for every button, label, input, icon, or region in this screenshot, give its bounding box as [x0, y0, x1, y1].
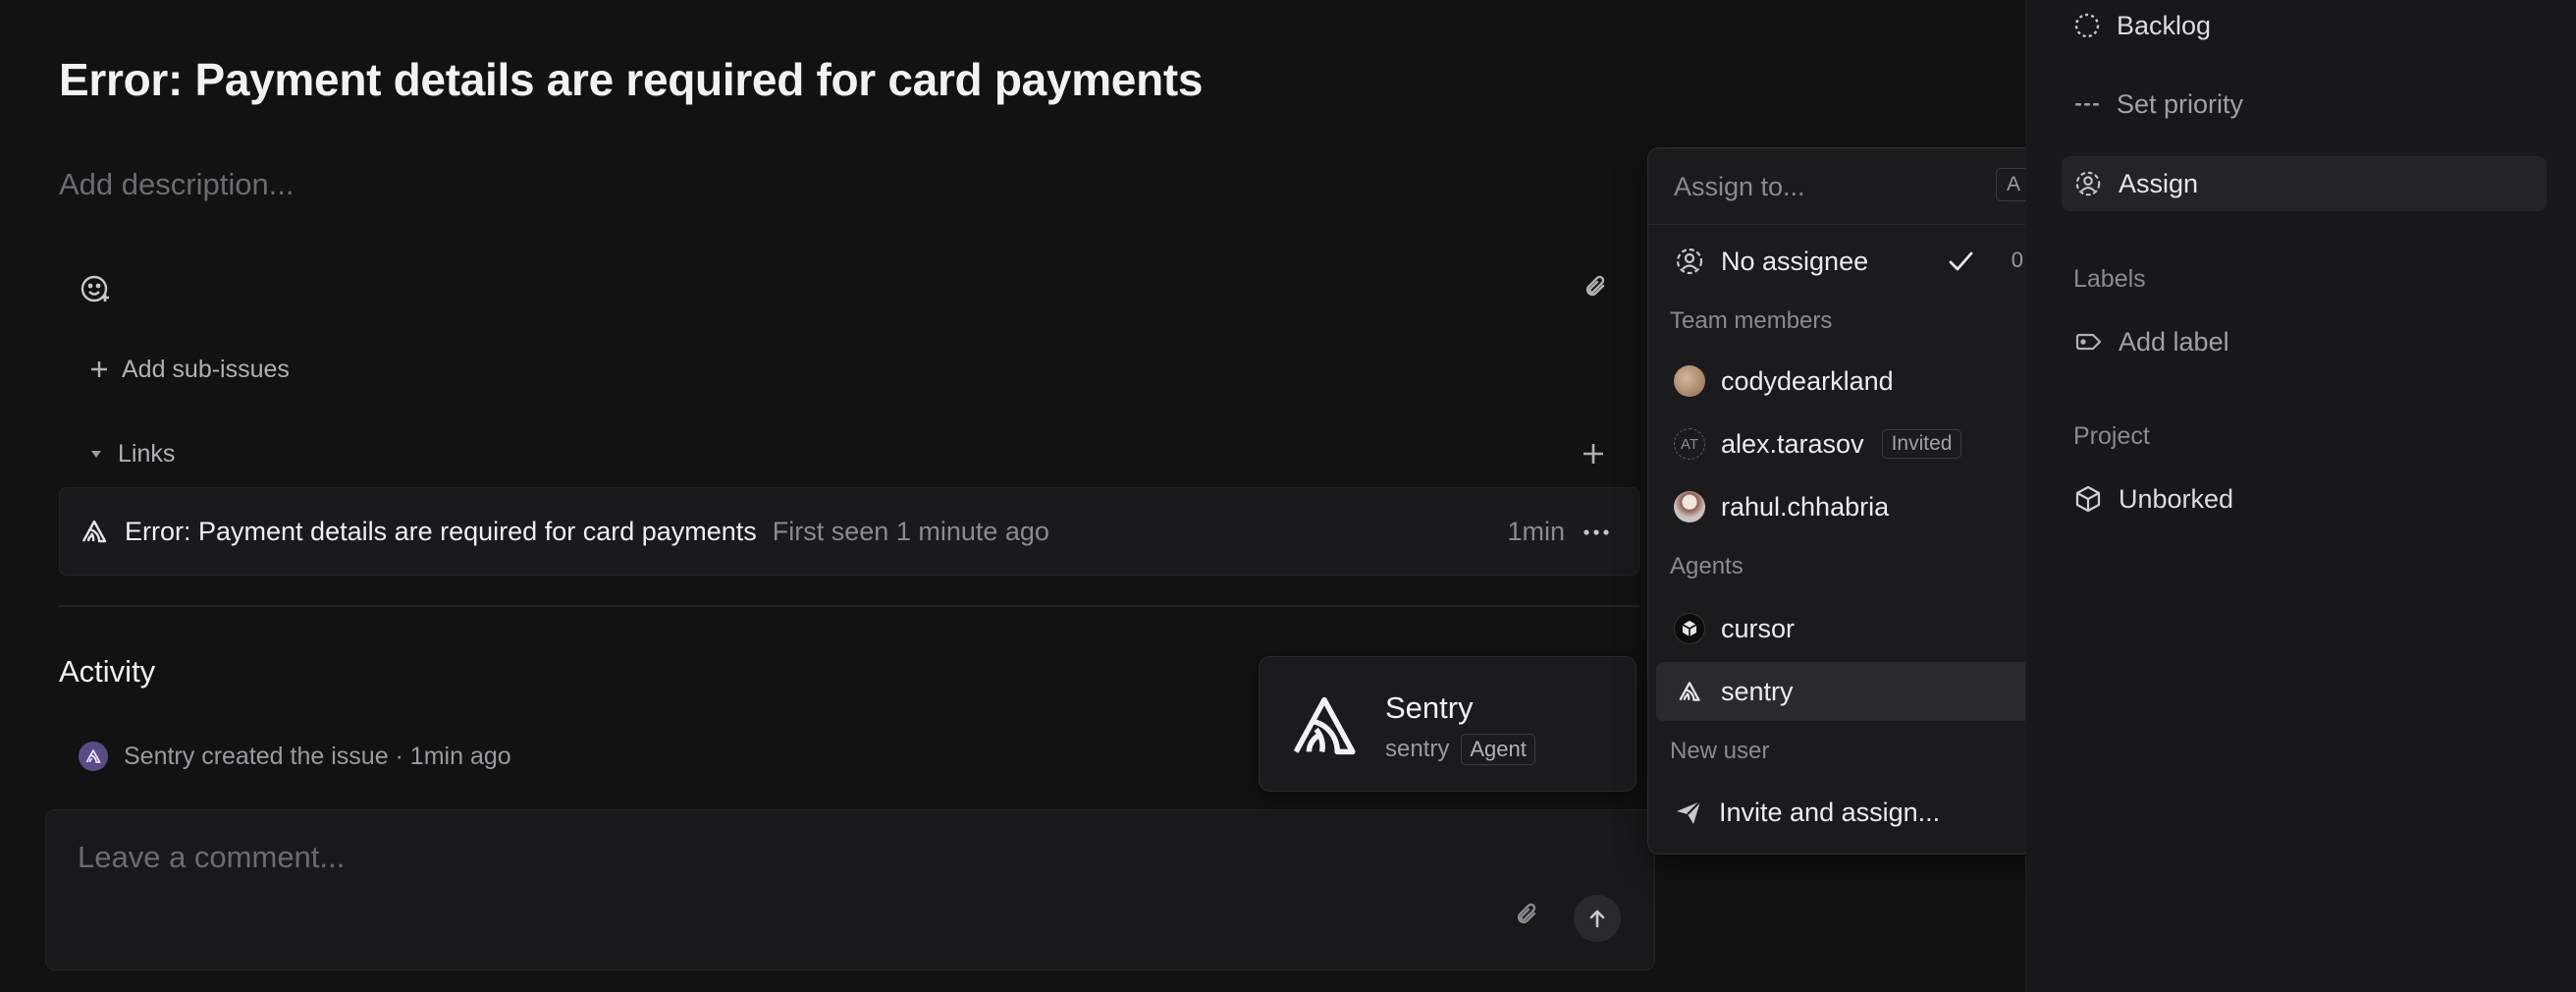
add-label-button[interactable]: Add label: [2062, 314, 2547, 369]
comment-composer[interactable]: Leave a comment...: [45, 809, 1655, 970]
invited-badge: Invited: [1881, 429, 1962, 459]
attachment-icon[interactable]: [1511, 899, 1544, 932]
activity-entry: Sentry created the issue · 1min ago: [79, 739, 511, 774]
assignee-name: cursor: [1721, 613, 1796, 643]
invite-and-assign-option[interactable]: Invite and assign...: [1656, 783, 2045, 842]
sentry-icon: [1674, 676, 1705, 707]
assignee-count: 0: [2011, 248, 2023, 272]
plus-icon: [88, 358, 110, 380]
hovercard-name: Sentry: [1385, 690, 1474, 725]
assignee-name: rahul.chhabria: [1721, 491, 1890, 522]
activity-heading: Activity: [59, 654, 156, 689]
caret-down-icon: [88, 446, 104, 462]
assignee-option-sentry[interactable]: sentry: [1656, 662, 2045, 721]
no-priority-icon: [2073, 90, 2101, 118]
assign-label: Assign: [2119, 168, 2199, 198]
link-time: 1min: [1507, 516, 1565, 546]
hovercard-subtitle: sentry Agent: [1385, 734, 1535, 765]
assignee-name: alex.tarasov: [1721, 428, 1864, 459]
avatar: [1674, 365, 1705, 397]
project-cube-icon: [2073, 484, 2103, 514]
sentry-avatar: [79, 742, 108, 771]
add-subissues-button[interactable]: Add sub-issues: [88, 352, 290, 387]
checkmark-icon: [1945, 246, 1976, 277]
assignee-option-rahul-chhabria[interactable]: rahul.chhabria: [1656, 477, 2045, 536]
hovercard-handle: sentry: [1385, 736, 1450, 762]
add-label-text: Add label: [2119, 326, 2229, 357]
team-members-heading: Team members: [1670, 307, 1833, 334]
no-assignee-option[interactable]: No assignee 0: [1656, 232, 2045, 291]
description-field[interactable]: Add description...: [59, 167, 295, 202]
sentry-icon: [80, 517, 109, 546]
assignee-option-codydearkland[interactable]: codydearkland: [1656, 352, 2045, 411]
no-assignee-label: No assignee: [1721, 246, 1869, 276]
project-heading: Project: [2073, 422, 2150, 450]
assign-icon: [2073, 169, 2103, 198]
more-options-icon[interactable]: [1582, 518, 1611, 547]
paper-plane-icon: [1674, 798, 1703, 827]
link-title: Error: Payment details are required for …: [125, 516, 757, 546]
section-divider: [59, 605, 1639, 607]
issue-title[interactable]: Error: Payment details are required for …: [59, 53, 1203, 106]
label-tag-icon: [2073, 327, 2103, 357]
agents-heading: Agents: [1670, 553, 1744, 579]
assignee-name: sentry: [1721, 676, 1794, 706]
project-name: Unborked: [2119, 483, 2234, 514]
attachment-icon[interactable]: [1579, 270, 1614, 305]
no-assignee-icon: [1674, 246, 1705, 277]
link-subtitle: First seen 1 minute ago: [772, 516, 1049, 546]
status-label: Backlog: [2117, 10, 2212, 40]
links-section-toggle[interactable]: Links: [88, 436, 175, 471]
assignee-option-cursor[interactable]: cursor: [1656, 599, 2045, 658]
send-comment-button[interactable]: [1574, 895, 1621, 942]
avatar: [1674, 491, 1705, 523]
backlog-status-icon: [2073, 12, 2101, 39]
add-link-icon[interactable]: [1576, 436, 1611, 471]
assignee-property[interactable]: Assign: [2062, 156, 2547, 211]
assign-dropdown: A No assignee 0 Team members codydearkla…: [1647, 147, 2054, 854]
sentry-logo-icon: [1287, 689, 1362, 763]
links-label: Links: [118, 439, 176, 468]
emoji-reaction-icon[interactable]: [77, 270, 114, 307]
project-property[interactable]: Unborked: [2062, 471, 2547, 526]
add-subissues-label: Add sub-issues: [122, 355, 290, 383]
status-property[interactable]: Backlog: [2062, 0, 2547, 53]
assignee-name: codydearkland: [1721, 365, 1894, 396]
agent-badge: Agent: [1461, 734, 1535, 765]
priority-property[interactable]: Set priority: [2062, 77, 2547, 132]
labels-heading: Labels: [2073, 265, 2146, 293]
avatar: AT: [1674, 428, 1705, 460]
invite-label: Invite and assign...: [1719, 797, 1941, 827]
agent-hovercard: Sentry sentry Agent: [1259, 656, 1637, 792]
assign-search-input[interactable]: [1674, 168, 1968, 205]
new-user-heading: New user: [1670, 738, 1770, 764]
assignee-option-alex-tarasov[interactable]: AT alex.tarasov Invited: [1656, 414, 2045, 473]
assign-search: A: [1648, 148, 2053, 225]
cursor-icon: [1674, 613, 1705, 644]
comment-input[interactable]: Leave a comment...: [78, 840, 345, 875]
activity-text: Sentry created the issue · 1min ago: [124, 742, 511, 770]
priority-label: Set priority: [2117, 88, 2244, 119]
link-item[interactable]: Error: Payment details are required for …: [59, 487, 1639, 576]
